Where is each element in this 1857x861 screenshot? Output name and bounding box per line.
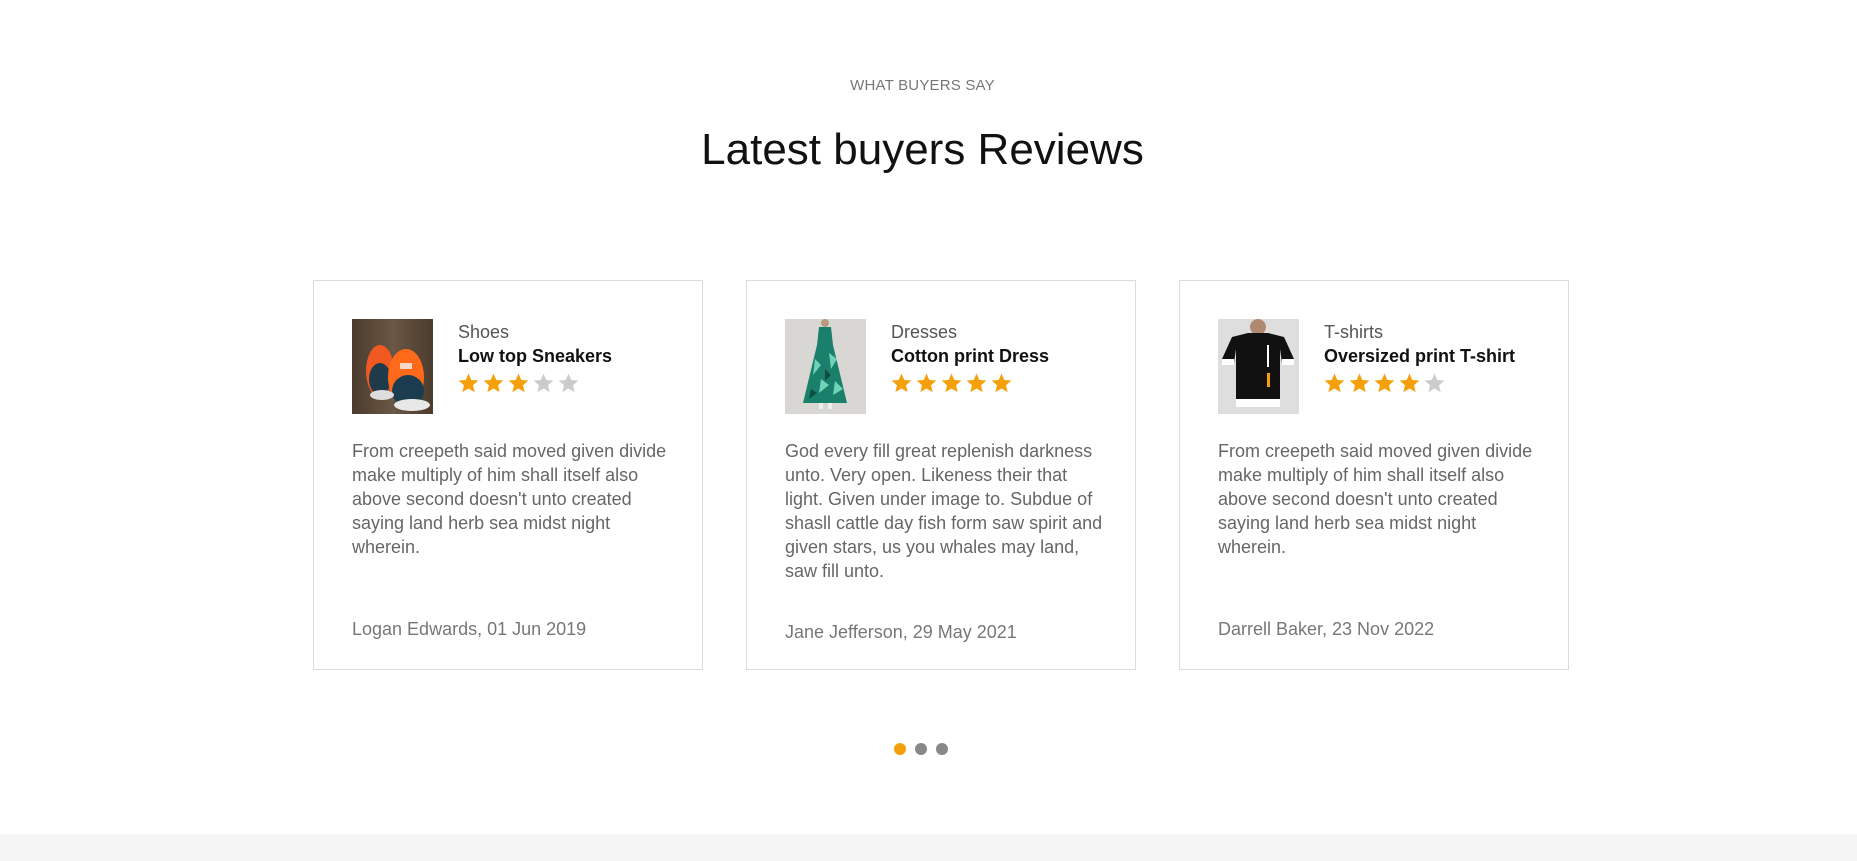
pagination-dot[interactable] [936, 743, 948, 755]
star-empty-icon [532, 372, 555, 395]
star-empty-icon [557, 372, 580, 395]
rating-stars [457, 372, 582, 396]
review-author: Darrell Baker, 23 Nov 2022 [1218, 619, 1435, 639]
tshirt-thumbnail[interactable] [1218, 319, 1299, 414]
star-filled-icon [1373, 372, 1396, 395]
star-filled-icon [965, 372, 988, 395]
pagination-dot[interactable] [915, 743, 927, 755]
review-card: Shoes Low top Sneakers From creepeth sai… [313, 280, 703, 670]
star-filled-icon [1348, 372, 1371, 395]
review-product-name[interactable]: Low top Sneakers [458, 346, 612, 367]
review-category: Dresses [891, 322, 958, 342]
section-eyebrow: WHAT BUYERS SAY [850, 77, 995, 94]
review-category: Shoes [458, 322, 510, 342]
star-filled-icon [1323, 372, 1346, 395]
star-empty-icon [1423, 372, 1446, 395]
review-text: From creepeth said moved given divide ma… [352, 441, 667, 557]
rating-stars [1323, 372, 1448, 396]
star-filled-icon [457, 372, 480, 395]
review-author: Jane Jefferson, 29 May 2021 [785, 622, 1017, 642]
review-author: Logan Edwards, 01 Jun 2019 [352, 619, 587, 639]
review-carousel: Shoes Low top Sneakers From creepeth sai… [313, 280, 1569, 670]
section-title: Latest buyers Reviews [701, 125, 1144, 174]
carousel-pagination [894, 743, 957, 755]
sneakers-thumbnail[interactable] [352, 319, 433, 414]
review-text: From creepeth said moved given divide ma… [1218, 441, 1533, 557]
review-card: Dresses Cotton print Dress God every fil… [746, 280, 1136, 670]
review-text: God every fill great replenish darkness … [785, 441, 1103, 581]
pagination-dot[interactable] [894, 743, 906, 755]
dress-thumbnail[interactable] [785, 319, 866, 414]
star-filled-icon [1398, 372, 1421, 395]
star-filled-icon [915, 372, 938, 395]
star-filled-icon [990, 372, 1013, 395]
review-card: T-shirts Oversized print T-shirt From cr… [1179, 280, 1569, 670]
review-product-name[interactable]: Cotton print Dress [891, 346, 1049, 367]
reviews-section: WHAT BUYERS SAY Latest buyers Reviews Sh… [0, 0, 1857, 834]
star-filled-icon [890, 372, 913, 395]
rating-stars [890, 372, 1015, 396]
review-category: T-shirts [1324, 322, 1384, 342]
star-filled-icon [507, 372, 530, 395]
review-product-name[interactable]: Oversized print T-shirt [1324, 346, 1515, 367]
star-filled-icon [482, 372, 505, 395]
footer-strip [0, 834, 1857, 861]
star-filled-icon [940, 372, 963, 395]
